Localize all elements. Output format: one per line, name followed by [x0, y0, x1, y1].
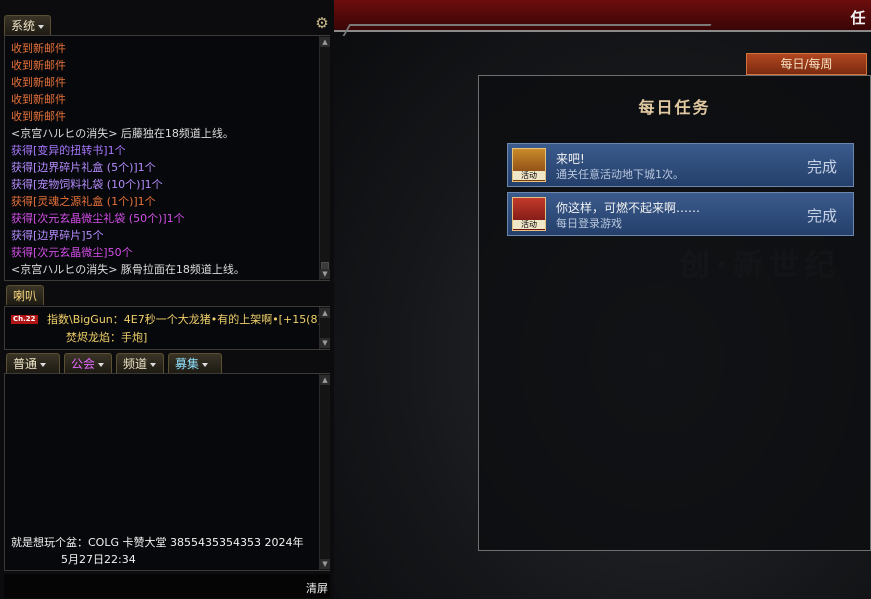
- system-message: 收到新邮件: [11, 59, 66, 72]
- horn-panel: Ch.22 指数\BigGun：4E7秒一个大龙猪•有的上架啊•[+15(8) …: [4, 306, 330, 350]
- quest-complete-button[interactable]: 完成: [807, 156, 837, 177]
- gear-icon[interactable]: ⚙: [314, 15, 330, 31]
- quest-window: 任 创·新世纪 每日/每周 每日任务 活动 来吧! 通关任意活动地下城1次。 完…: [334, 0, 871, 599]
- scroll-down-icon[interactable]: ▼: [320, 269, 330, 279]
- decorative-frame: [342, 24, 712, 36]
- tab-daily-weekly[interactable]: 每日/每周: [746, 53, 867, 75]
- scroll-down-icon[interactable]: ▼: [320, 338, 330, 348]
- system-message: 获得[边界碎片]5个: [11, 229, 104, 242]
- tab-system-label: 系统: [11, 19, 36, 33]
- system-message: <京宫ハルヒの消失> 豚骨拉面在18频道上线。: [11, 263, 245, 276]
- tab-channel-label: 频道: [123, 357, 148, 371]
- channel-badge: Ch.22: [11, 315, 38, 324]
- horn-message-line1: 指数\BigGun：4E7秒一个大龙猪•有的上架啊•[+15(8): [47, 313, 322, 326]
- chat-input-bar[interactable]: 清屏: [4, 574, 330, 598]
- quest-description: 通关任意活动地下城1次。: [556, 168, 684, 181]
- tab-system[interactable]: 系统: [4, 15, 52, 35]
- system-message: 收到新邮件: [11, 110, 66, 123]
- daily-quest-panel: 每日任务 活动 来吧! 通关任意活动地下城1次。 完成 活动 你这样，可燃不起来…: [478, 75, 871, 551]
- chevron-down-icon: [150, 362, 157, 367]
- chevron-down-icon: [38, 24, 45, 29]
- quest-description: 每日登录游戏: [556, 217, 622, 230]
- chevron-down-icon: [40, 362, 47, 367]
- quest-top-tab[interactable]: 任: [845, 0, 871, 30]
- tab-recruit-label: 募集: [175, 357, 200, 371]
- system-message: 获得[灵魂之源礼盒 (1个)]1个: [11, 195, 156, 208]
- scroll-up-icon[interactable]: ▲: [320, 37, 330, 47]
- system-message: <京宫ハルヒの消失> 后藤独在18频道上线。: [11, 127, 234, 140]
- tab-guild[interactable]: 公会: [64, 353, 112, 373]
- system-message: 收到新邮件: [11, 76, 66, 89]
- system-message: 获得[次元玄晶微尘]50个: [11, 246, 133, 259]
- tab-normal-label: 普通: [13, 357, 38, 371]
- scroll-up-icon[interactable]: ▲: [320, 308, 330, 318]
- tab-guild-label: 公会: [71, 357, 96, 371]
- chat-window: 系统 ⚙ 收到新邮件 收到新邮件 收到新邮件 收到新邮件 收到新邮件 <京宫ハルヒの消失>…: [0, 0, 334, 599]
- horn-message-line2: 焚烬龙焰：手炮]: [66, 331, 148, 344]
- panel-title: 每日任务: [638, 98, 711, 117]
- clear-screen-button[interactable]: 清屏: [306, 580, 328, 596]
- scroll-down-icon[interactable]: ▼: [320, 559, 330, 569]
- system-message: 获得[边界碎片礼盒 (5个)]1个: [11, 161, 156, 174]
- chat-message-line2: 5月27日22:34: [61, 553, 136, 566]
- system-message: 获得[次元玄晶微尘礼袋 (50个)]1个: [11, 212, 185, 225]
- quest-item[interactable]: 活动 你这样，可燃不起来啊…… 每日登录游戏 完成: [507, 192, 854, 236]
- quest-complete-button[interactable]: 完成: [807, 205, 837, 226]
- event-icon: 活动: [512, 197, 546, 231]
- event-icon-label: 活动: [513, 220, 545, 229]
- system-scrollbar[interactable]: ▲ ▼: [319, 36, 330, 280]
- tab-channel[interactable]: 频道: [116, 353, 164, 373]
- chat-scrollbar[interactable]: ▲ ▼: [319, 374, 330, 570]
- quest-item[interactable]: 活动 来吧! 通关任意活动地下城1次。 完成: [507, 143, 854, 187]
- chat-message-line1: 就是想玩个盆：COLG 卡赞大堂 3855435354353 2024年: [11, 536, 304, 549]
- scroll-up-icon[interactable]: ▲: [320, 375, 330, 385]
- system-message: 获得[变异的扭转书]1个: [11, 144, 126, 157]
- system-message: 收到新邮件: [11, 93, 66, 106]
- system-message-panel: 收到新邮件 收到新邮件 收到新邮件 收到新邮件 收到新邮件 <京宫ハルヒの消失> 后藤独在…: [4, 35, 330, 281]
- chevron-down-icon: [98, 362, 105, 367]
- chevron-down-icon: [202, 362, 209, 367]
- event-icon: 活动: [512, 148, 546, 182]
- horn-scrollbar[interactable]: ▲ ▼: [319, 307, 330, 349]
- quest-name: 来吧!: [556, 152, 585, 166]
- quest-name: 你这样，可燃不起来啊……: [556, 201, 701, 215]
- tab-normal[interactable]: 普通: [6, 353, 60, 373]
- event-icon-label: 活动: [513, 171, 545, 180]
- chat-message-panel: 就是想玩个盆：COLG 卡赞大堂 3855435354353 2024年 5月2…: [4, 373, 330, 571]
- system-message-list: 收到新邮件 收到新邮件 收到新邮件 收到新邮件 收到新邮件 <京宫ハルヒの消失> 后藤独在…: [11, 40, 317, 278]
- system-message: 获得[宠物饲料礼袋 (10个)]1个: [11, 178, 163, 191]
- tab-horn-label: 喇叭: [13, 289, 38, 303]
- tab-horn[interactable]: 喇叭: [6, 285, 45, 305]
- tab-recruit[interactable]: 募集: [168, 353, 222, 373]
- system-message: 收到新邮件: [11, 42, 66, 55]
